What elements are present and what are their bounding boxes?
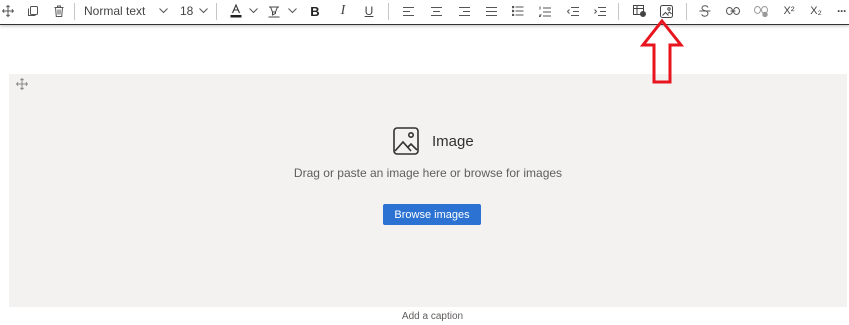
more-options-button[interactable]: ··· [834, 0, 849, 22]
bulleted-list-icon[interactable] [511, 0, 525, 22]
font-color-icon[interactable] [229, 0, 243, 22]
separator [216, 3, 217, 20]
chevron-down-icon[interactable] [199, 0, 208, 22]
separator [74, 3, 75, 20]
align-right-icon[interactable] [457, 0, 471, 22]
move-icon[interactable] [0, 0, 16, 22]
red-up-arrow-annotation [640, 19, 684, 84]
strikethrough-icon[interactable] [698, 0, 712, 22]
image-icon [393, 127, 419, 155]
superscript-button[interactable]: X² [782, 0, 796, 22]
image-title: Image [432, 132, 474, 150]
align-left-icon[interactable] [401, 0, 415, 22]
image-description: Drag or paste an image here or browse fo… [293, 166, 563, 180]
align-center-icon[interactable] [429, 0, 443, 22]
separator [618, 3, 619, 20]
font-size-label: 18 [180, 4, 194, 18]
separator [686, 3, 687, 20]
chevron-down-icon[interactable] [159, 0, 168, 22]
caption-input[interactable]: Add a caption [0, 311, 849, 322]
bold-button[interactable]: B [309, 0, 321, 22]
chevron-down-icon[interactable] [249, 0, 258, 22]
move-handle-icon[interactable] [16, 77, 28, 95]
browse-images-button[interactable]: Browse images [383, 204, 481, 225]
image-title-row: Image [393, 126, 474, 156]
trash-icon[interactable] [51, 0, 67, 22]
unlink-icon[interactable] [753, 0, 769, 22]
italic-button[interactable]: I [337, 0, 349, 22]
text-style-label: Normal text [84, 4, 146, 18]
separator [388, 3, 389, 20]
decrease-indent-icon[interactable] [566, 0, 580, 22]
link-icon[interactable] [725, 0, 741, 22]
highlight-icon[interactable] [267, 0, 281, 22]
text-style-dropdown[interactable]: Normal text [84, 0, 145, 22]
numbered-list-icon[interactable] [538, 0, 552, 22]
chevron-down-icon[interactable] [288, 0, 297, 22]
font-size-dropdown[interactable]: 18 [180, 0, 193, 22]
formatting-toolbar: Normal text 18 B I U X² X₂ ··· [0, 0, 849, 25]
image-placeholder[interactable]: Image Drag or paste an image here or bro… [9, 74, 847, 307]
subscript-button[interactable]: X₂ [809, 0, 823, 22]
justify-icon[interactable] [484, 0, 498, 22]
increase-indent-icon[interactable] [593, 0, 607, 22]
underline-button[interactable]: U [363, 0, 375, 22]
copy-icon[interactable] [25, 0, 41, 22]
